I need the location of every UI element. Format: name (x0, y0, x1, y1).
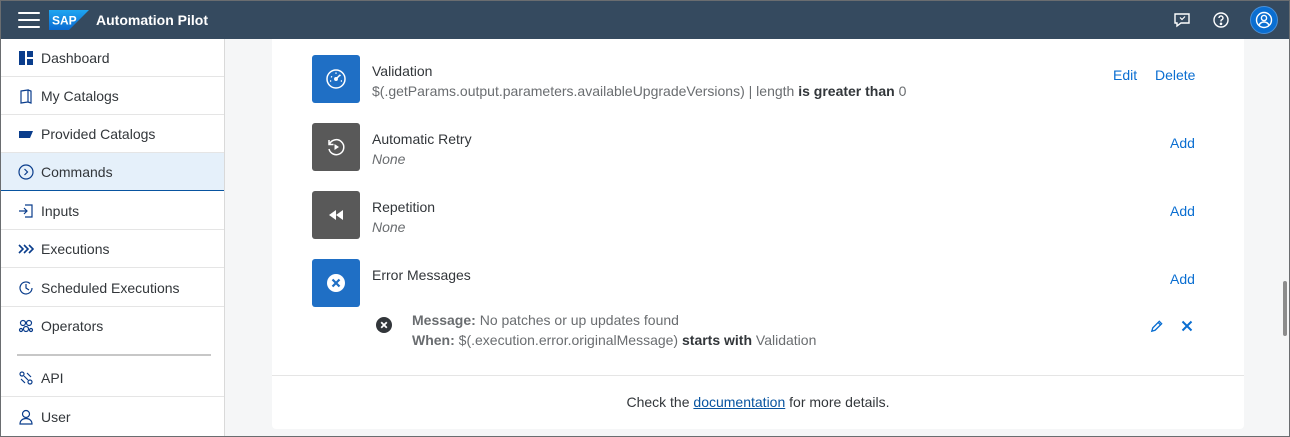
sidebar-item-label: User (41, 409, 71, 425)
repetition-icon (312, 191, 360, 239)
when-label: When: (412, 332, 455, 348)
help-icon[interactable] (1210, 9, 1232, 31)
sidebar-item-label: Executions (41, 240, 110, 257)
vertical-scrollbar[interactable] (1283, 281, 1287, 336)
remove-x-icon[interactable] (1180, 319, 1196, 335)
sidebar-divider (17, 354, 211, 356)
message-label: Message: (412, 312, 476, 328)
automatic-retry-title: Automatic Retry (372, 131, 472, 147)
sidebar-item-label: Operators (41, 318, 104, 334)
when-operator: starts with (682, 332, 753, 348)
repetition-value: None (372, 219, 406, 235)
catalog-icon (17, 87, 35, 105)
error-message-text: Message: No patches or up updates found (412, 312, 679, 328)
validation-delete-link[interactable]: Delete (1155, 67, 1195, 83)
validation-expr-prefix: $(.getParams.output.parameters.available… (372, 83, 799, 99)
sidebar-item-dashboard[interactable]: Dashboard (1, 39, 224, 77)
sidebar-item-operators[interactable]: Operators (1, 307, 224, 345)
footer-suffix: for more details. (785, 394, 890, 410)
sidebar-item-user[interactable]: User (1, 398, 224, 436)
validation-expr-value: 0 (894, 83, 907, 99)
validation-icon (312, 55, 360, 103)
error-condition-text: When: $(.execution.error.originalMessage… (412, 332, 816, 348)
error-circle-icon (376, 317, 392, 333)
sidebar-item-inputs[interactable]: Inputs (1, 192, 224, 230)
input-icon (17, 202, 35, 220)
hamburger-icon[interactable] (18, 12, 40, 28)
user-icon (17, 408, 35, 426)
error-messages-icon (312, 259, 360, 307)
app-title: Automation Pilot (96, 12, 208, 28)
validation-title: Validation (372, 63, 433, 79)
automatic-retry-add-link[interactable]: Add (1170, 135, 1195, 151)
sidebar-item-scheduled-executions[interactable]: Scheduled Executions (1, 269, 224, 307)
user-avatar-icon[interactable] (1250, 6, 1278, 34)
sidebar-item-label: Inputs (41, 202, 80, 219)
side-navigation: Dashboard My Catalogs Provided Catalogs … (1, 39, 225, 436)
sap-logo-text: SAP (52, 14, 77, 28)
sidebar-item-label: Provided Catalogs (41, 125, 156, 142)
sidebar-item-my-catalogs[interactable]: My Catalogs (1, 77, 224, 115)
message-value: No patches or up updates found (475, 312, 679, 328)
command-icon (17, 163, 35, 181)
footer-divider (272, 375, 1244, 376)
provided-catalog-icon (17, 125, 35, 143)
sidebar-item-label: My Catalogs (41, 87, 119, 104)
app-window: SAP Automation Pilot Dashboard My Catalo… (0, 0, 1290, 437)
sidebar-item-commands[interactable]: Commands (1, 153, 224, 191)
retry-icon (312, 123, 360, 171)
api-icon (17, 369, 35, 387)
error-messages-add-link[interactable]: Add (1170, 271, 1195, 287)
shell-header: SAP Automation Pilot (1, 1, 1289, 39)
footer-help-text: Check the documentation for more details… (272, 394, 1244, 410)
sidebar-item-label: Scheduled Executions (41, 279, 180, 296)
repetition-title: Repetition (372, 199, 436, 215)
sidebar-item-label: Commands (41, 163, 113, 180)
when-value: Validation (752, 332, 817, 348)
sidebar-item-api[interactable]: API (1, 359, 224, 397)
validation-edit-link[interactable]: Edit (1113, 67, 1137, 83)
sidebar-item-executions[interactable]: Executions (1, 230, 224, 268)
validation-expr-operator: is greater than (798, 83, 895, 99)
when-expression: $(.execution.error.originalMessage) (454, 332, 682, 348)
sidebar-item-label: API (41, 369, 64, 386)
executions-icon (17, 240, 35, 258)
error-messages-title: Error Messages (372, 267, 471, 283)
sidebar-item-provided-catalogs[interactable]: Provided Catalogs (1, 115, 224, 153)
command-details-card: Validation $(.getParams.output.parameter… (272, 39, 1244, 429)
clock-icon (17, 279, 35, 297)
dashboard-icon (17, 49, 35, 67)
repetition-add-link[interactable]: Add (1170, 203, 1195, 219)
footer-prefix: Check the (626, 394, 694, 410)
sidebar-item-label: Dashboard (41, 49, 110, 66)
automatic-retry-value: None (372, 151, 406, 167)
validation-expression: $(.getParams.output.parameters.available… (372, 83, 906, 99)
feedback-icon[interactable] (1171, 9, 1193, 31)
main-content: Validation $(.getParams.output.parameter… (226, 39, 1289, 436)
edit-pencil-icon[interactable] (1149, 319, 1165, 335)
documentation-link[interactable]: documentation (693, 394, 785, 410)
operators-icon (17, 317, 35, 335)
sap-logo[interactable]: SAP (49, 10, 89, 30)
